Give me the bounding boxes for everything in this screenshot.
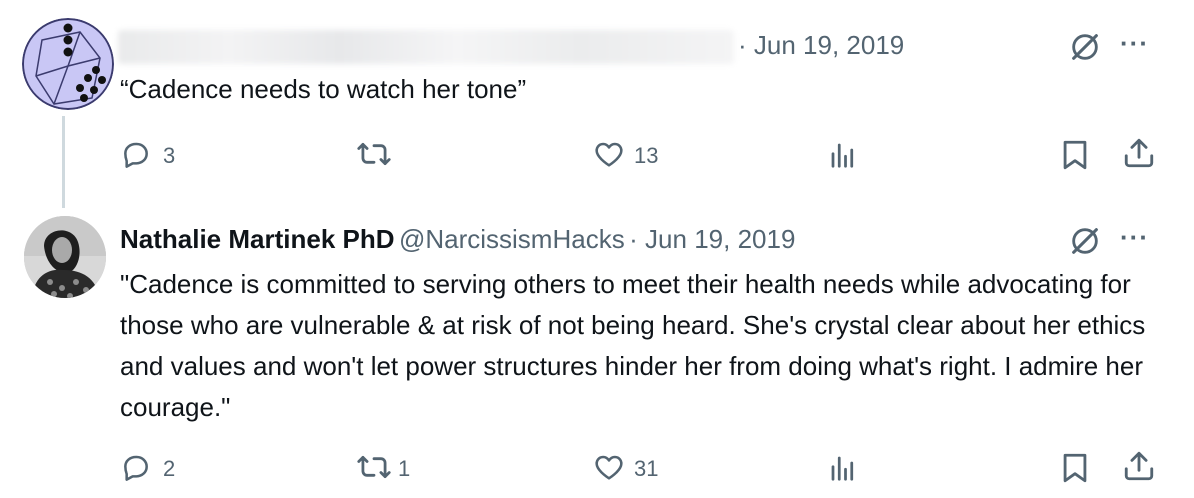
bookmark-button[interactable] <box>1060 451 1090 485</box>
share-icon <box>1124 451 1154 481</box>
repost-icon <box>357 142 391 166</box>
redacted-author-name <box>118 30 734 64</box>
reply-icon <box>124 455 148 481</box>
tweet-date[interactable]: · Jun 19, 2019 <box>738 30 904 61</box>
reply-button[interactable] <box>120 138 152 170</box>
reply-button[interactable] <box>120 451 152 483</box>
grok-icon[interactable] <box>1068 30 1102 64</box>
more-icon[interactable]: ··· <box>1120 28 1149 59</box>
bookmark-button[interactable] <box>1060 138 1090 172</box>
like-count: 13 <box>634 143 659 168</box>
reply-count: 2 <box>163 456 176 481</box>
reply-icon <box>124 142 148 168</box>
like-button[interactable] <box>592 451 626 483</box>
repost-icon <box>357 455 391 479</box>
views-button[interactable] <box>828 140 858 170</box>
share-button[interactable] <box>1122 449 1156 483</box>
repost-button[interactable] <box>356 137 392 171</box>
like-count: 31 <box>634 456 659 481</box>
reply-count: 3 <box>163 143 176 168</box>
repost-button[interactable] <box>356 450 392 484</box>
bookmark-icon <box>1063 140 1087 170</box>
repost-count: 1 <box>398 456 411 481</box>
grok-icon[interactable] <box>1068 224 1102 258</box>
avatar[interactable] <box>24 216 106 298</box>
like-button[interactable] <box>592 138 626 170</box>
share-button[interactable] <box>1122 136 1156 170</box>
more-icon[interactable]: ··· <box>1120 222 1149 253</box>
avatar[interactable] <box>22 18 114 110</box>
thread-connector-line <box>62 116 65 208</box>
tweet-header: Nathalie Martinek PhD @NarcissismHacks ·… <box>120 224 795 255</box>
views-icon <box>831 143 854 168</box>
like-icon <box>595 455 623 480</box>
author-name[interactable]: Nathalie Martinek PhD <box>120 224 395 254</box>
views-icon <box>831 456 854 481</box>
tweet-text: "Cadence is committed to serving others … <box>120 269 1146 422</box>
share-icon <box>1124 138 1154 168</box>
dice-avatar-icon <box>22 18 114 110</box>
views-button[interactable] <box>828 453 858 483</box>
bookmark-icon <box>1063 453 1087 483</box>
tweet-text: “Cadence needs to watch her tone” <box>120 74 527 104</box>
author-handle[interactable]: @NarcissismHacks <box>399 224 625 254</box>
profile-photo <box>24 216 106 298</box>
tweet-date[interactable]: · Jun 19, 2019 <box>629 224 795 254</box>
like-icon <box>595 142 623 167</box>
